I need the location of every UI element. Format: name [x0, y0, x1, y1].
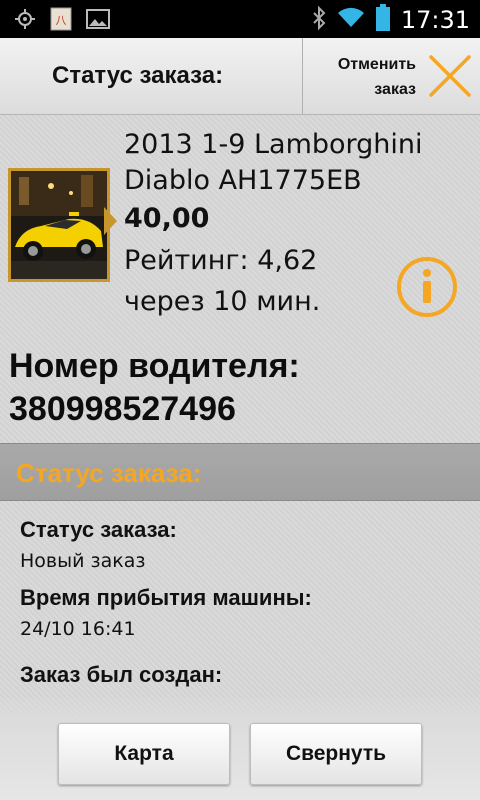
- info-button[interactable]: [395, 255, 459, 319]
- map-button[interactable]: Карта: [58, 723, 230, 785]
- car-name: 2013 1-9 Lamborghini Diablo AH1775EB: [124, 129, 423, 196]
- rating: Рейтинг: 4,62: [124, 245, 318, 276]
- image-icon: [86, 9, 110, 33]
- bottom-button-bar: Карта Свернуть: [0, 697, 480, 800]
- detail-value: Новый заказ: [20, 550, 146, 572]
- app-notification-icon: 八: [50, 7, 72, 35]
- order-details: Статус заказа: Новый заказ Время прибыти…: [0, 501, 480, 701]
- car-thumbnail[interactable]: [8, 168, 110, 282]
- detail-label: Время прибытия машины:: [20, 585, 312, 610]
- driver-number-label: Номер водителя:: [9, 347, 300, 385]
- header: Статус заказа: Отменить заказ: [0, 38, 480, 115]
- section-header: Статус заказа:: [0, 443, 480, 501]
- bluetooth-icon: [311, 5, 327, 34]
- detail-value: 24/10 16:41: [20, 618, 136, 640]
- status-bar: 八 17:31: [0, 0, 480, 38]
- gps-icon: [14, 8, 36, 34]
- clock: 17:31: [400, 6, 470, 34]
- detail-label: Статус заказа:: [20, 517, 177, 542]
- thumbnail-arrow: [104, 207, 117, 235]
- svg-text:八: 八: [56, 14, 67, 27]
- price: 40,00: [124, 203, 210, 234]
- driver-phone[interactable]: 380998527496: [9, 390, 236, 429]
- cancel-order-label: Отменить заказ: [306, 52, 416, 102]
- wifi-icon: [337, 7, 365, 33]
- cancel-label-line2: заказ: [374, 81, 416, 98]
- arrival-eta: через 10 мин.: [124, 286, 321, 317]
- battery-icon: [375, 4, 391, 36]
- detail-label: Заказ был создан:: [20, 662, 223, 687]
- info-icon: [395, 257, 459, 323]
- close-x-icon: [428, 54, 472, 102]
- cancel-order-button[interactable]: Отменить заказ: [303, 38, 480, 114]
- collapse-button[interactable]: Свернуть: [250, 723, 422, 785]
- section-title: Статус заказа:: [16, 458, 202, 488]
- cancel-label-line1: Отменить: [337, 56, 416, 73]
- page-title: Статус заказа:: [52, 62, 224, 89]
